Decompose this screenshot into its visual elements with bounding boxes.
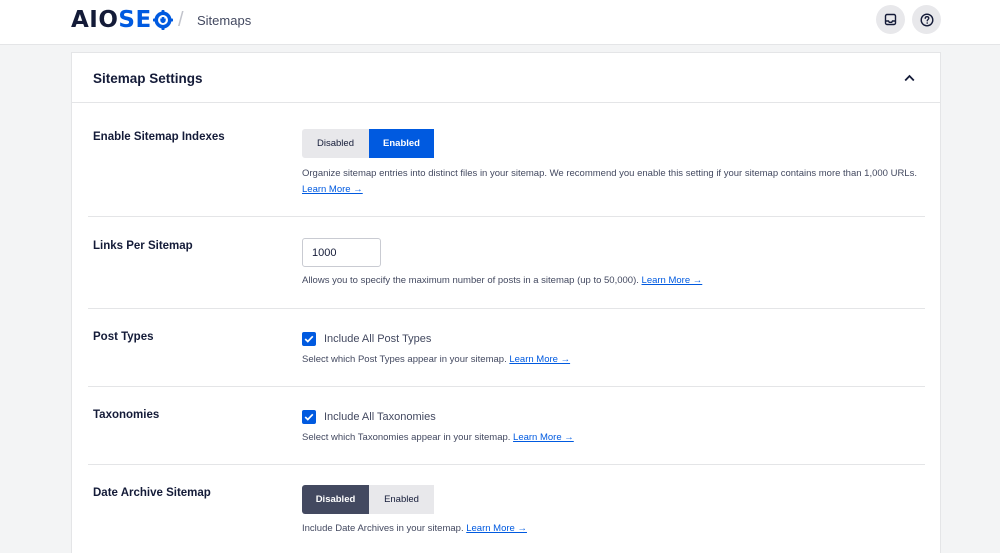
option-disabled[interactable]: Disabled [302, 129, 369, 158]
checkbox-label: Include All Taxonomies [324, 411, 436, 423]
help-button[interactable] [912, 5, 941, 34]
card-header[interactable]: Sitemap Settings [72, 53, 940, 103]
description-text: Allows you to specify the maximum number… [302, 275, 639, 286]
include-all-taxonomies-checkbox[interactable]: Include All Taxonomies [302, 409, 922, 425]
setting-label: Enable Sitemap Indexes [93, 131, 225, 143]
setting-description: Include Date Archives in your sitemap. L… [302, 521, 922, 537]
breadcrumb-separator: / [178, 9, 184, 31]
learn-more-link[interactable]: Learn More → [466, 523, 527, 534]
setting-row-links-per-sitemap: Links Per Sitemap Allows you to specify … [88, 217, 925, 309]
setting-description: Select which Taxonomies appear in your s… [302, 430, 922, 446]
description-text: Include Date Archives in your sitemap. [302, 523, 464, 534]
inbox-icon [884, 13, 897, 26]
learn-more-link[interactable]: Learn More → [513, 432, 574, 443]
card-title: Sitemap Settings [93, 71, 203, 86]
setting-row-post-types: Post Types Include All Post Types Select… [88, 309, 925, 387]
checkbox[interactable] [302, 332, 316, 346]
chevron-up-icon [904, 74, 914, 82]
setting-label: Taxonomies [93, 409, 160, 421]
setting-row-taxonomies: Taxonomies Include All Taxonomies Select… [88, 387, 925, 465]
sitemap-settings-card: Sitemap Settings Enable Sitemap Indexes … [71, 52, 941, 553]
setting-row-sitemap-indexes: Enable Sitemap Indexes Disabled Enabled … [88, 104, 925, 217]
setting-label: Date Archive Sitemap [93, 487, 211, 499]
setting-description: Allows you to specify the maximum number… [302, 273, 922, 289]
checkbox[interactable] [302, 410, 316, 424]
logo-letter-s: S [118, 7, 136, 33]
checkmark-icon [304, 335, 314, 343]
sitemap-indexes-toggle: Disabled Enabled [302, 129, 922, 158]
date-archive-toggle: Disabled Enabled [302, 485, 922, 514]
learn-more-link[interactable]: Learn More → [302, 184, 363, 195]
include-all-post-types-checkbox[interactable]: Include All Post Types [302, 331, 922, 347]
collapse-button[interactable] [902, 71, 916, 85]
setting-row-date-archive: Date Archive Sitemap Disabled Enabled In… [88, 465, 925, 553]
setting-description: Organize sitemap entries into distinct f… [302, 166, 922, 198]
checkbox-label: Include All Post Types [324, 333, 432, 345]
description-text: Organize sitemap entries into distinct f… [302, 168, 917, 179]
help-icon [919, 12, 934, 27]
learn-more-link[interactable]: Learn More → [509, 354, 570, 365]
logo-text-seo: SSE O [118, 7, 173, 33]
logo-text-aio: AIO [71, 7, 119, 33]
gear-logo-icon [152, 10, 173, 30]
option-enabled[interactable]: Enabled [369, 129, 434, 158]
checkmark-icon [304, 413, 314, 421]
setting-label: Post Types [93, 331, 154, 343]
description-text: Select which Post Types appear in your s… [302, 354, 507, 365]
links-per-sitemap-input[interactable] [302, 238, 381, 267]
learn-more-link[interactable]: Learn More → [642, 275, 703, 286]
option-enabled[interactable]: Enabled [369, 485, 434, 514]
page-title: Sitemaps [197, 13, 252, 28]
aioseo-logo[interactable]: AIO SSE O [71, 6, 174, 34]
option-disabled[interactable]: Disabled [302, 485, 369, 514]
description-text: Select which Taxonomies appear in your s… [302, 432, 511, 443]
setting-description: Select which Post Types appear in your s… [302, 352, 922, 368]
notifications-button[interactable] [876, 5, 905, 34]
setting-label: Links Per Sitemap [93, 240, 193, 252]
top-bar: AIO SSE O / Sitemaps [0, 0, 1000, 45]
